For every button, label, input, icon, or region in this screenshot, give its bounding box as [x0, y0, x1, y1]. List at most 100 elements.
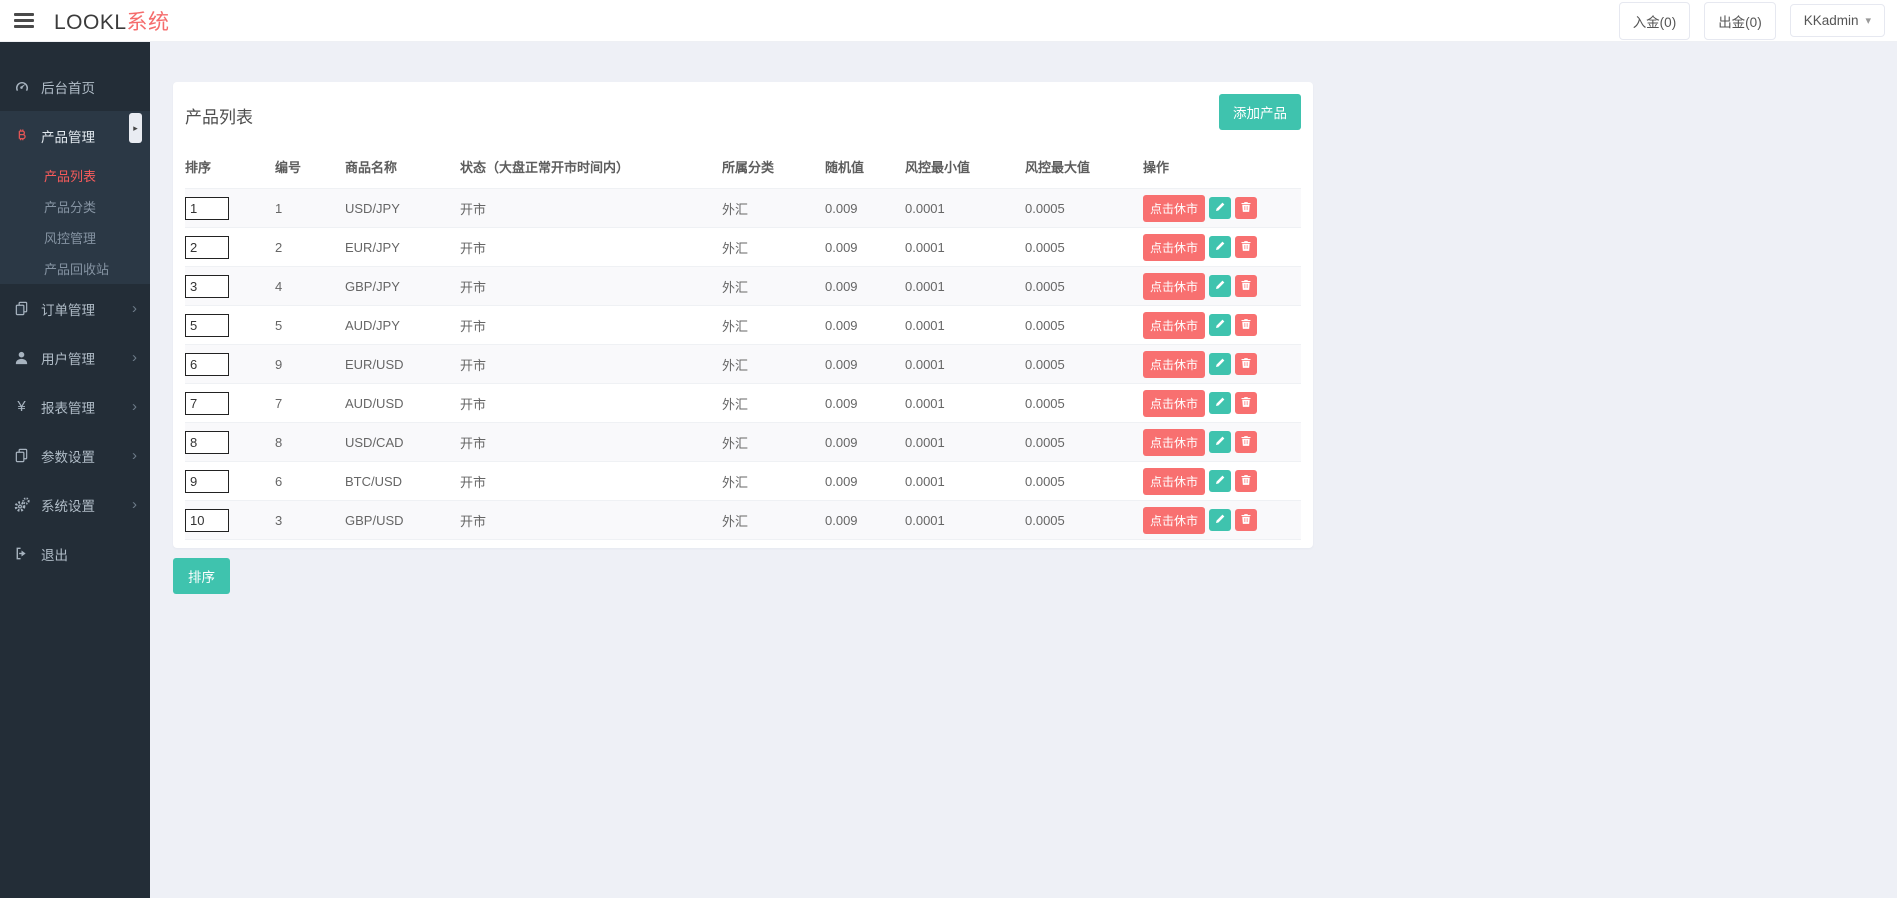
cell-random: 0.009 — [825, 345, 905, 384]
cell-sort — [185, 384, 275, 423]
edit-button[interactable] — [1209, 392, 1231, 414]
pencil-icon — [1214, 474, 1226, 489]
edit-button[interactable] — [1209, 314, 1231, 336]
cell-riskmax: 0.0005 — [1025, 306, 1143, 345]
col-header-name: 商品名称 — [345, 151, 460, 189]
delete-button[interactable] — [1235, 197, 1257, 219]
sort-order-input[interactable] — [185, 431, 229, 454]
row-actions: 点击休市 — [1143, 351, 1293, 378]
app-logo: LOOKL系统 — [54, 6, 170, 36]
edit-button[interactable] — [1209, 470, 1231, 492]
sidebar-subitem-product-category[interactable]: 产品分类 — [0, 191, 150, 222]
cell-random: 0.009 — [825, 306, 905, 345]
edit-button[interactable] — [1209, 353, 1231, 375]
cell-riskmin: 0.0001 — [905, 267, 1025, 306]
cell-riskmin: 0.0001 — [905, 423, 1025, 462]
sidebar-subitem-product-list[interactable]: 产品列表 — [0, 160, 150, 191]
logo-accent-text: 系统 — [127, 11, 170, 34]
table-row: 5AUD/JPY开市外汇0.0090.00010.0005点击休市 — [185, 306, 1301, 345]
cell-sort — [185, 306, 275, 345]
sidebar-item-report-management[interactable]: ¥报表管理› — [0, 382, 150, 431]
cell-sort — [185, 267, 275, 306]
close-market-button[interactable]: 点击休市 — [1143, 273, 1205, 300]
sidebar-item-system-settings[interactable]: 系统设置› — [0, 480, 150, 529]
sidebar-collapse-handle[interactable]: ▸ — [129, 113, 142, 143]
close-market-button[interactable]: 点击休市 — [1143, 468, 1205, 495]
menu-toggle-icon[interactable] — [14, 10, 34, 31]
sort-order-input[interactable] — [185, 509, 229, 532]
withdraw-button[interactable]: 出金(0) — [1704, 2, 1776, 40]
close-market-button[interactable]: 点击休市 — [1143, 429, 1205, 456]
cell-id: 9 — [275, 345, 345, 384]
cell-id: 3 — [275, 501, 345, 540]
sidebar-item-dashboard[interactable]: 后台首页 — [0, 62, 150, 111]
cell-riskmax: 0.0005 — [1025, 384, 1143, 423]
cell-actions: 点击休市 — [1143, 189, 1301, 228]
sidebar-subitem-risk-management[interactable]: 风控管理 — [0, 222, 150, 253]
sidebar-subitem-product-recycle-bin[interactable]: 产品回收站 — [0, 253, 150, 284]
edit-button[interactable] — [1209, 236, 1231, 258]
delete-button[interactable] — [1235, 236, 1257, 258]
cell-name: GBP/JPY — [345, 267, 460, 306]
delete-button[interactable] — [1235, 353, 1257, 375]
delete-button[interactable] — [1235, 314, 1257, 336]
cell-riskmin: 0.0001 — [905, 228, 1025, 267]
close-market-button[interactable]: 点击休市 — [1143, 312, 1205, 339]
col-header-actions: 操作 — [1143, 151, 1301, 189]
table-row: 4GBP/JPY开市外汇0.0090.00010.0005点击休市 — [185, 267, 1301, 306]
cell-random: 0.009 — [825, 228, 905, 267]
close-market-button[interactable]: 点击休市 — [1143, 351, 1205, 378]
edit-button[interactable] — [1209, 197, 1231, 219]
close-market-button[interactable]: 点击休市 — [1143, 507, 1205, 534]
edit-button[interactable] — [1209, 275, 1231, 297]
delete-button[interactable] — [1235, 275, 1257, 297]
sidebar-item-order-management[interactable]: 订单管理› — [0, 284, 150, 333]
col-header-riskmax: 风控最大值 — [1025, 151, 1143, 189]
sidebar-item-logout[interactable]: 退出 — [0, 529, 150, 578]
delete-button[interactable] — [1235, 470, 1257, 492]
cell-riskmin: 0.0001 — [905, 462, 1025, 501]
cell-status: 开市 — [460, 267, 722, 306]
logout-icon — [13, 546, 30, 561]
pencil-icon — [1214, 357, 1226, 372]
close-market-button[interactable]: 点击休市 — [1143, 234, 1205, 261]
sidebar-item-product-management[interactable]: 产品管理› — [0, 111, 150, 160]
trash-icon — [1240, 435, 1252, 450]
sort-order-input[interactable] — [185, 314, 229, 337]
header-actions: 入金(0) 出金(0) KKadmin ▾ — [1619, 2, 1885, 40]
close-market-button[interactable]: 点击休市 — [1143, 195, 1205, 222]
close-market-button[interactable]: 点击休市 — [1143, 390, 1205, 417]
sort-order-input[interactable] — [185, 392, 229, 415]
trash-icon — [1240, 240, 1252, 255]
cell-status: 开市 — [460, 384, 722, 423]
cell-actions: 点击休市 — [1143, 423, 1301, 462]
delete-button[interactable] — [1235, 431, 1257, 453]
sort-order-input[interactable] — [185, 275, 229, 298]
sort-order-input[interactable] — [185, 197, 229, 220]
cell-actions: 点击休市 — [1143, 501, 1301, 540]
add-product-button[interactable]: 添加产品 — [1219, 94, 1301, 130]
sidebar-item-parameter-settings[interactable]: 参数设置› — [0, 431, 150, 480]
user-menu-button[interactable]: KKadmin ▾ — [1790, 4, 1885, 37]
edit-button[interactable] — [1209, 509, 1231, 531]
delete-button[interactable] — [1235, 509, 1257, 531]
cell-riskmax: 0.0005 — [1025, 267, 1143, 306]
sidebar-item-user-management[interactable]: 用户管理› — [0, 333, 150, 382]
cell-actions: 点击休市 — [1143, 345, 1301, 384]
product-table: 排序编号商品名称状态（大盘正常开市时间内）所属分类随机值风控最小值风控最大值操作… — [185, 151, 1301, 540]
delete-button[interactable] — [1235, 392, 1257, 414]
cell-name: AUD/JPY — [345, 306, 460, 345]
sort-submit-button[interactable]: 排序 — [173, 558, 230, 594]
row-actions: 点击休市 — [1143, 390, 1293, 417]
cell-random: 0.009 — [825, 189, 905, 228]
edit-button[interactable] — [1209, 431, 1231, 453]
sort-order-input[interactable] — [185, 470, 229, 493]
deposit-button[interactable]: 入金(0) — [1619, 2, 1691, 40]
cell-id: 7 — [275, 384, 345, 423]
cell-status: 开市 — [460, 306, 722, 345]
sort-order-input[interactable] — [185, 236, 229, 259]
pencil-icon — [1214, 396, 1226, 411]
row-actions: 点击休市 — [1143, 468, 1293, 495]
row-actions: 点击休市 — [1143, 195, 1293, 222]
sort-order-input[interactable] — [185, 353, 229, 376]
